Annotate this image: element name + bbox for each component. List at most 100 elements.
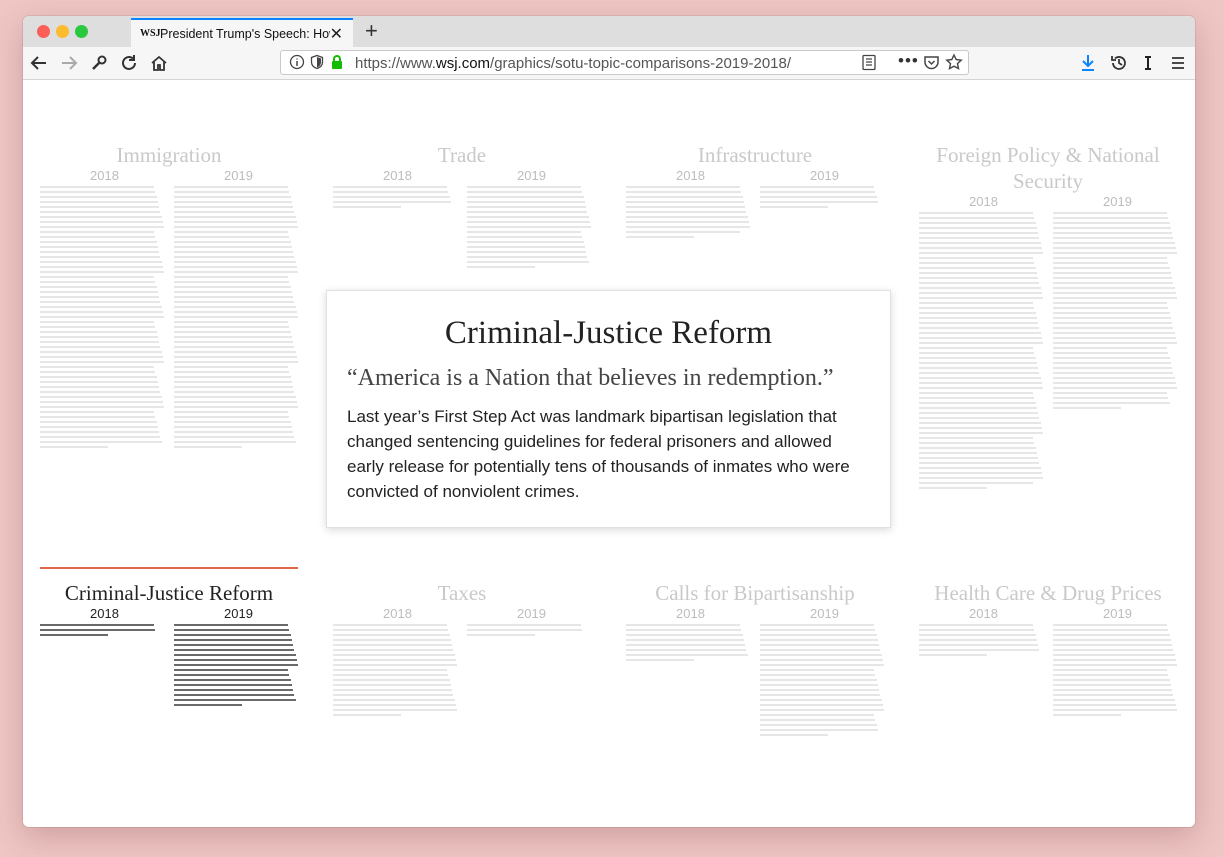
- section-title: Trade: [437, 143, 487, 167]
- section-immigration[interactable]: Immigration 2018 2019: [40, 142, 298, 456]
- pocket-icon[interactable]: [923, 54, 940, 75]
- minimize-window-button[interactable]: [56, 25, 69, 38]
- text-line: [40, 286, 157, 288]
- reader-view-icon[interactable]: [861, 54, 877, 76]
- info-icon[interactable]: [289, 54, 305, 75]
- text-line: [174, 431, 294, 433]
- text-line: [174, 421, 291, 423]
- text-line: [40, 281, 156, 283]
- text-line: [40, 201, 158, 203]
- text-line: [174, 684, 292, 686]
- menu-icon[interactable]: [1169, 53, 1187, 78]
- wrench-icon[interactable]: [88, 52, 110, 74]
- text-line: [174, 316, 298, 318]
- text-line: [919, 442, 1035, 444]
- tracking-shield-icon[interactable]: [309, 54, 325, 75]
- section-calls-for-bipartisanship[interactable]: Calls for Bipartisanship 2018 2019: [626, 580, 884, 744]
- text-line: [40, 366, 155, 368]
- text-line: [40, 336, 158, 338]
- text-line: [40, 346, 161, 348]
- text-line: [919, 387, 1043, 389]
- text-line: [626, 639, 744, 641]
- download-icon[interactable]: [1079, 53, 1097, 78]
- text-line: [174, 346, 295, 348]
- text-line: [40, 276, 155, 278]
- text-line: [333, 639, 451, 641]
- home-icon[interactable]: [148, 52, 170, 74]
- text-line: [1053, 357, 1170, 359]
- text-line: [1053, 227, 1171, 229]
- lock-icon[interactable]: [329, 54, 345, 75]
- active-section-indicator: [40, 567, 298, 569]
- text-line: [1053, 679, 1170, 681]
- year-label-2019: 2019: [810, 168, 839, 183]
- text-line: [760, 694, 881, 696]
- text-line: [174, 231, 289, 233]
- text-line: [333, 624, 448, 626]
- browser-tab[interactable]: WSJ President Trump's Speech: How ✕: [131, 18, 353, 47]
- text-line: [174, 241, 291, 243]
- text-line: [333, 196, 450, 198]
- text-line: [1053, 382, 1176, 384]
- text-line: [919, 382, 1042, 384]
- history-icon[interactable]: [1109, 53, 1129, 78]
- text-line: [760, 704, 883, 706]
- text-line: [919, 654, 988, 656]
- text-line: [760, 684, 878, 686]
- bookmark-star-icon[interactable]: [945, 53, 963, 76]
- forward-icon[interactable]: [58, 52, 80, 74]
- text-line: [174, 381, 292, 383]
- text-line: [1053, 669, 1168, 671]
- text-line: [1053, 649, 1174, 651]
- text-line: [467, 266, 536, 268]
- new-tab-button[interactable]: +: [365, 18, 378, 44]
- text-line: [467, 251, 587, 253]
- section-criminal-justice-reform[interactable]: Criminal-Justice Reform 2018 2019: [40, 580, 298, 714]
- text-line: [626, 221, 749, 223]
- text-line: [626, 206, 746, 208]
- section-foreign-policy[interactable]: Foreign Policy & National Security 2018 2…: [919, 142, 1177, 497]
- text-cursor-icon[interactable]: [1142, 53, 1154, 78]
- text-line: [919, 232, 1039, 234]
- year-label-2018: 2018: [676, 168, 705, 183]
- text-line: [174, 406, 298, 408]
- text-line: [40, 246, 158, 248]
- text-line: [40, 186, 155, 188]
- section-title: Health Care & Drug Prices: [934, 581, 1162, 605]
- text-line: [1053, 704, 1176, 706]
- maximize-window-button[interactable]: [75, 25, 88, 38]
- tab-close-icon[interactable]: ✕: [330, 24, 343, 44]
- text-line: [919, 477, 1043, 479]
- close-window-button[interactable]: [37, 25, 50, 38]
- text-line: [919, 217, 1035, 219]
- section-title: Criminal-Justice Reform: [64, 581, 274, 605]
- text-line: [333, 684, 451, 686]
- text-line: [919, 482, 1034, 484]
- text-line: [40, 321, 155, 323]
- text-line: [919, 462, 1040, 464]
- page-actions-icon[interactable]: •••: [898, 51, 919, 71]
- text-line: [919, 347, 1034, 349]
- section-health-care-drug-prices[interactable]: Health Care & Drug Prices 2018 2019: [919, 580, 1177, 724]
- address-bar[interactable]: https://www.wsj.com/graphics/sotu-topic-…: [280, 50, 969, 75]
- text-line: [626, 216, 748, 218]
- text-line: [174, 186, 289, 188]
- text-line: [1053, 257, 1168, 259]
- text-line: [1053, 629, 1169, 631]
- url-text[interactable]: https://www.wsj.com/graphics/sotu-topic-…: [355, 55, 791, 72]
- text-line: [760, 644, 880, 646]
- section-taxes[interactable]: Taxes 2018 2019: [333, 580, 591, 724]
- text-column-2018: [626, 624, 750, 664]
- text-line: [1053, 212, 1168, 214]
- text-line: [760, 724, 877, 726]
- section-trade[interactable]: Trade 2018 2019: [333, 142, 591, 268]
- text-line: [174, 426, 292, 428]
- reload-icon[interactable]: [118, 52, 140, 74]
- text-line: [174, 639, 292, 641]
- year-label-2018: 2018: [969, 606, 998, 621]
- text-line: [760, 719, 876, 721]
- text-line: [467, 191, 583, 193]
- text-line: [919, 227, 1037, 229]
- back-icon[interactable]: [28, 52, 50, 74]
- section-infrastructure[interactable]: Infrastructure 2018 2019: [626, 142, 884, 246]
